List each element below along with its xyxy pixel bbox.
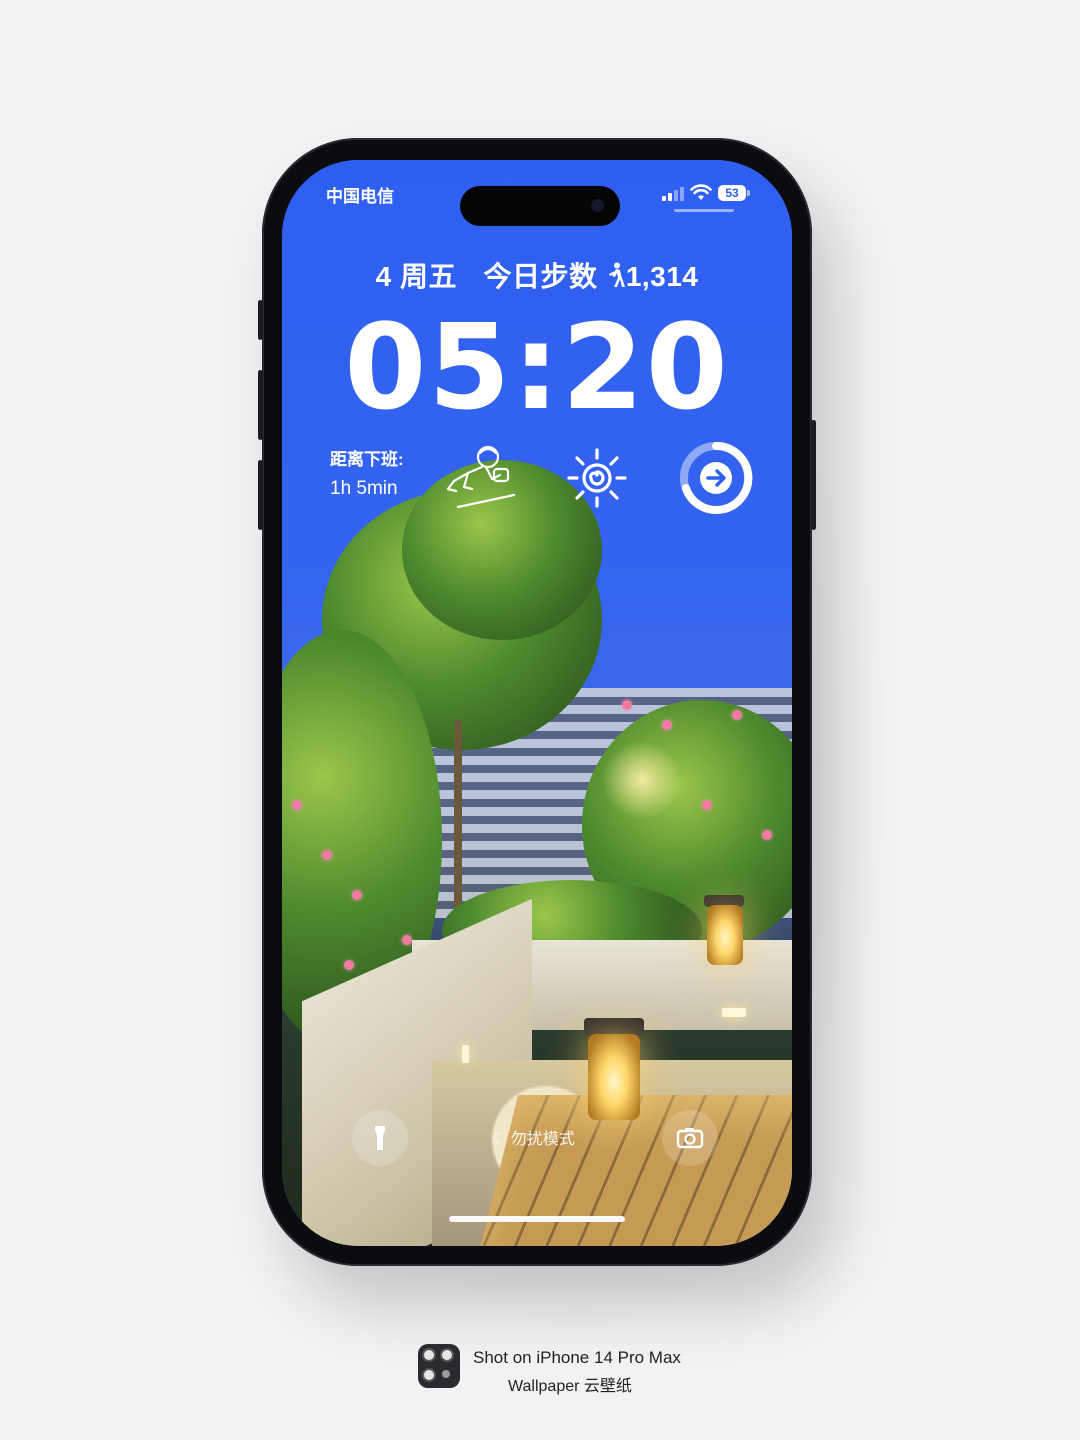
steps-value: 1,314 [625,261,699,292]
walking-icon [608,262,625,287]
wallpaper-lantern [707,905,743,965]
credit-device: Shot on iPhone 14 Pro Max [473,1348,681,1367]
wallpaper-flower [322,850,332,860]
home-indicator[interactable] [449,1216,625,1222]
focus-mode-indicator[interactable]: ☾ 勿扰模式 [492,1125,575,1149]
carrier-label: 中国电信 [326,187,394,206]
dynamic-island [460,186,620,226]
wallpaper-flower [292,800,302,810]
focus-mode-label: 勿扰模式 [510,1131,575,1148]
sun-icon [567,448,627,508]
date-weekday: 4 周五 [375,261,457,292]
progress-ring-arrow-icon[interactable] [678,440,754,516]
status-underline [674,209,734,212]
date-steps-widget[interactable]: 4 周五 今日步数 1,314 [282,255,792,295]
wallpaper-wall-lamp [462,1045,469,1063]
battery-icon: 53 [718,185,746,201]
wallpaper-flower [344,960,354,970]
camera-module-icon [418,1344,460,1388]
crawling-figure-icon [446,445,516,509]
wallpaper-tree-trunk [454,720,462,920]
wallpaper-spotlight [602,740,682,820]
offwork-countdown-widget[interactable]: 距离下班: 1h 5min [330,445,404,500]
moon-icon: ☾ [492,1131,507,1148]
signal-icon [662,185,686,201]
action-button [258,300,263,340]
wallpaper-flower [402,935,412,945]
volume-up-button [258,370,263,440]
stage: 中国电信 53 4 周五 今日步数 1,314 05:20 距离下班: 1h 5… [0,0,1080,1440]
credit-wallpaper: Wallpaper 云壁纸 [508,1378,632,1395]
lock-screen[interactable]: 中国电信 53 4 周五 今日步数 1,314 05:20 距离下班: 1h 5… [282,160,792,1246]
front-camera-icon [591,199,604,212]
power-button [811,420,816,530]
lock-clock[interactable]: 05:20 [282,298,792,436]
wallpaper-flower [622,700,632,710]
offwork-value: 1h 5min [330,478,398,499]
wallpaper-flower [702,800,712,810]
flashlight-button[interactable] [352,1110,408,1166]
camera-button[interactable] [662,1110,718,1166]
wallpaper-lantern [588,1034,640,1120]
camera-icon [676,1128,704,1149]
volume-down-button [258,460,263,530]
status-bar: 中国电信 53 [282,160,792,230]
wallpaper-flower [352,890,362,900]
flashlight-icon [375,1126,385,1150]
wallpaper-wall-lamp [722,1008,746,1017]
wallpaper-flower [762,830,772,840]
offwork-label: 距离下班: [330,450,404,469]
steps-label: 今日步数 [483,261,598,292]
battery-tip [747,190,750,196]
wifi-icon [690,184,712,200]
wallpaper-flower [662,720,672,730]
wallpaper-flower [732,710,742,720]
